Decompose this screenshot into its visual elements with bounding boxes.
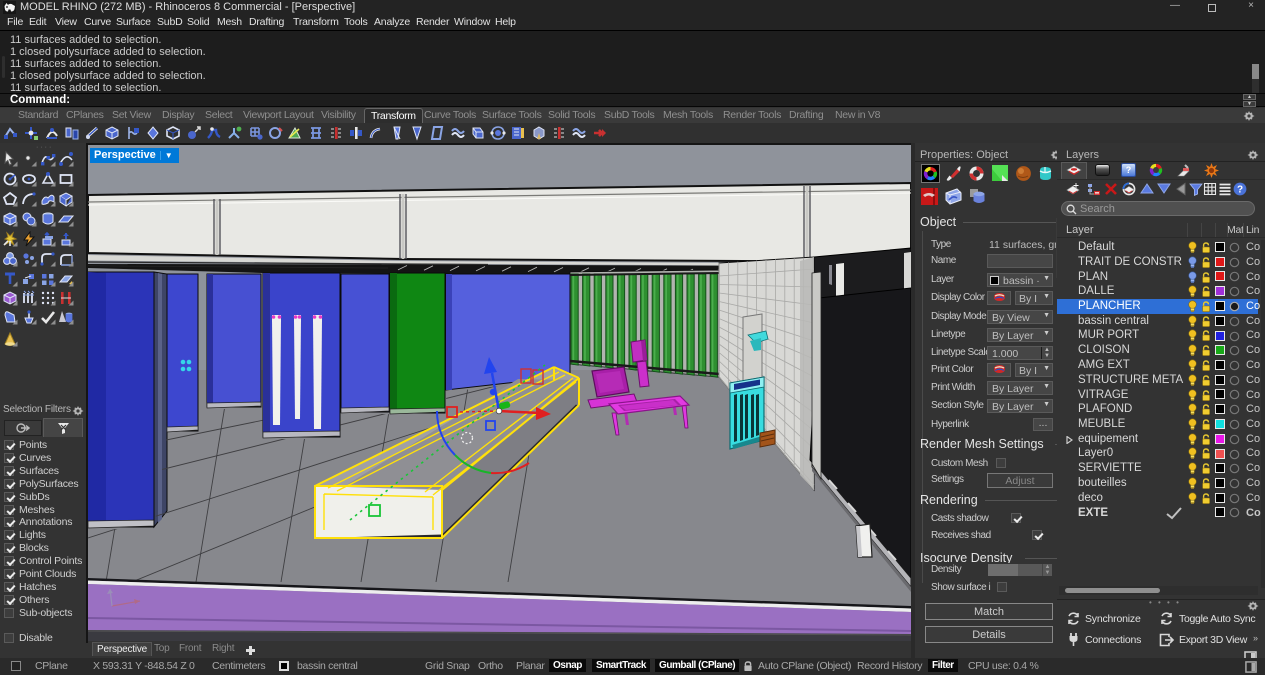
svg-text:?: ? [1237, 184, 1243, 195]
